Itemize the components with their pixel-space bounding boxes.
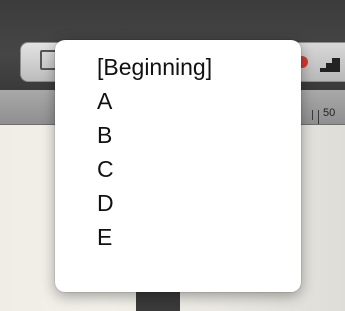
menu-item-b[interactable]: B [55, 118, 301, 152]
menu-item-beginning[interactable]: [Beginning] [55, 50, 301, 84]
menu-item-d[interactable]: D [55, 186, 301, 220]
ruler-marker-label: 50 [323, 107, 336, 119]
stairs-icon [320, 58, 340, 72]
ruler-tick [312, 110, 313, 120]
menu-item-e[interactable]: E [55, 220, 301, 254]
menu-item-c[interactable]: C [55, 152, 301, 186]
marker-popup-menu: [Beginning] A B C D E [55, 40, 301, 292]
menu-item-a[interactable]: A [55, 84, 301, 118]
canvas-dark-bar [136, 292, 180, 311]
app-window: 50 [Beginning] A B C D E [0, 0, 345, 311]
ruler-tick [318, 110, 319, 124]
